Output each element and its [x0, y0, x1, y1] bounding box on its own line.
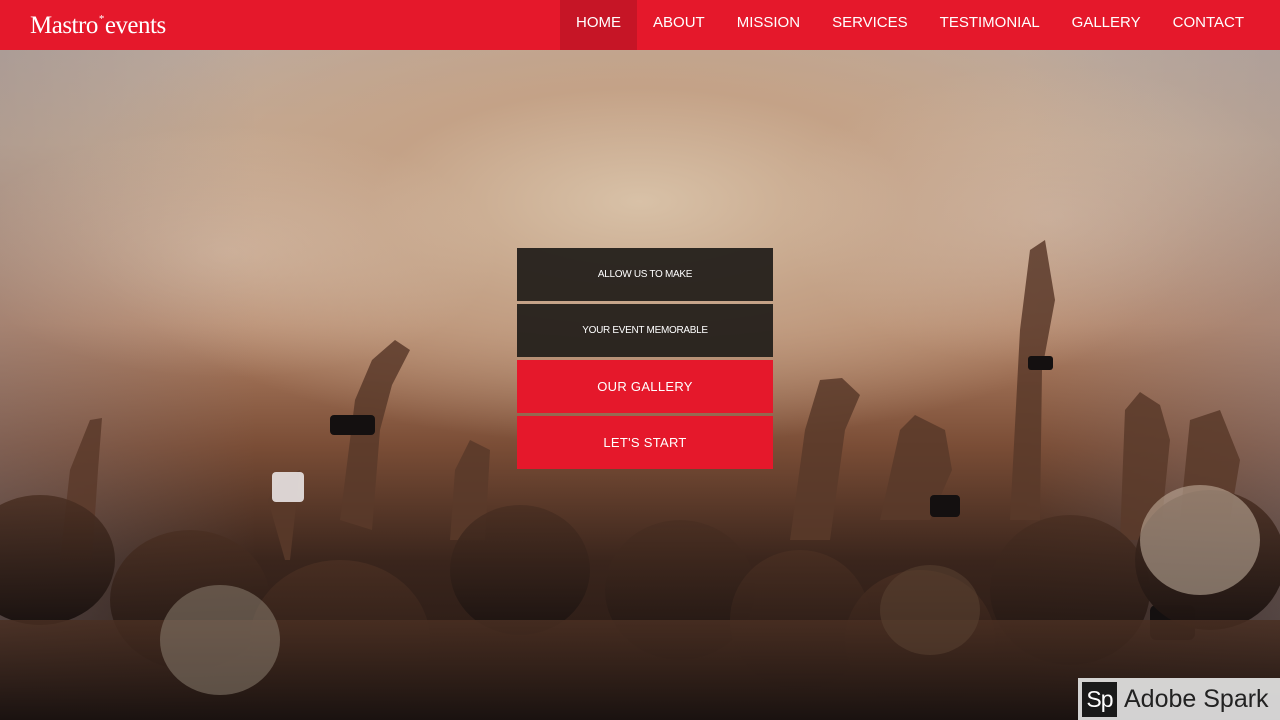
watermark-text: Adobe Spark	[1124, 684, 1269, 713]
main-nav: HOME ABOUT MISSION SERVICES TESTIMONIAL …	[560, 0, 1280, 50]
nav-services[interactable]: SERVICES	[816, 0, 924, 50]
spark-logo-icon: Sp	[1082, 681, 1117, 717]
adobe-spark-watermark: Sp Adobe Spark	[1078, 678, 1280, 720]
nav-mission[interactable]: MISSION	[721, 0, 816, 50]
brand-name-part2: events	[104, 12, 166, 39]
top-navbar: Mastro*events HOME ABOUT MISSION SERVICE…	[0, 0, 1280, 50]
lets-start-button[interactable]: LET'S START	[517, 416, 773, 469]
our-gallery-button[interactable]: OUR GALLERY	[517, 360, 773, 413]
hero-tagline-line1: ALLOW US TO MAKE	[517, 248, 773, 301]
brand-logo[interactable]: Mastro*events	[0, 0, 166, 50]
nav-testimonial[interactable]: TESTIMONIAL	[924, 0, 1056, 50]
nav-about[interactable]: ABOUT	[637, 0, 721, 50]
hero-cta-box: ALLOW US TO MAKE YOUR EVENT MEMORABLE OU…	[517, 248, 773, 469]
nav-home[interactable]: HOME	[560, 0, 638, 50]
brand-star-icon: *	[98, 13, 105, 25]
nav-gallery[interactable]: GALLERY	[1056, 0, 1157, 50]
brand-name-part1: Mastro	[30, 12, 98, 39]
hero-tagline-line2: YOUR EVENT MEMORABLE	[517, 304, 773, 357]
nav-contact[interactable]: CONTACT	[1157, 0, 1260, 50]
